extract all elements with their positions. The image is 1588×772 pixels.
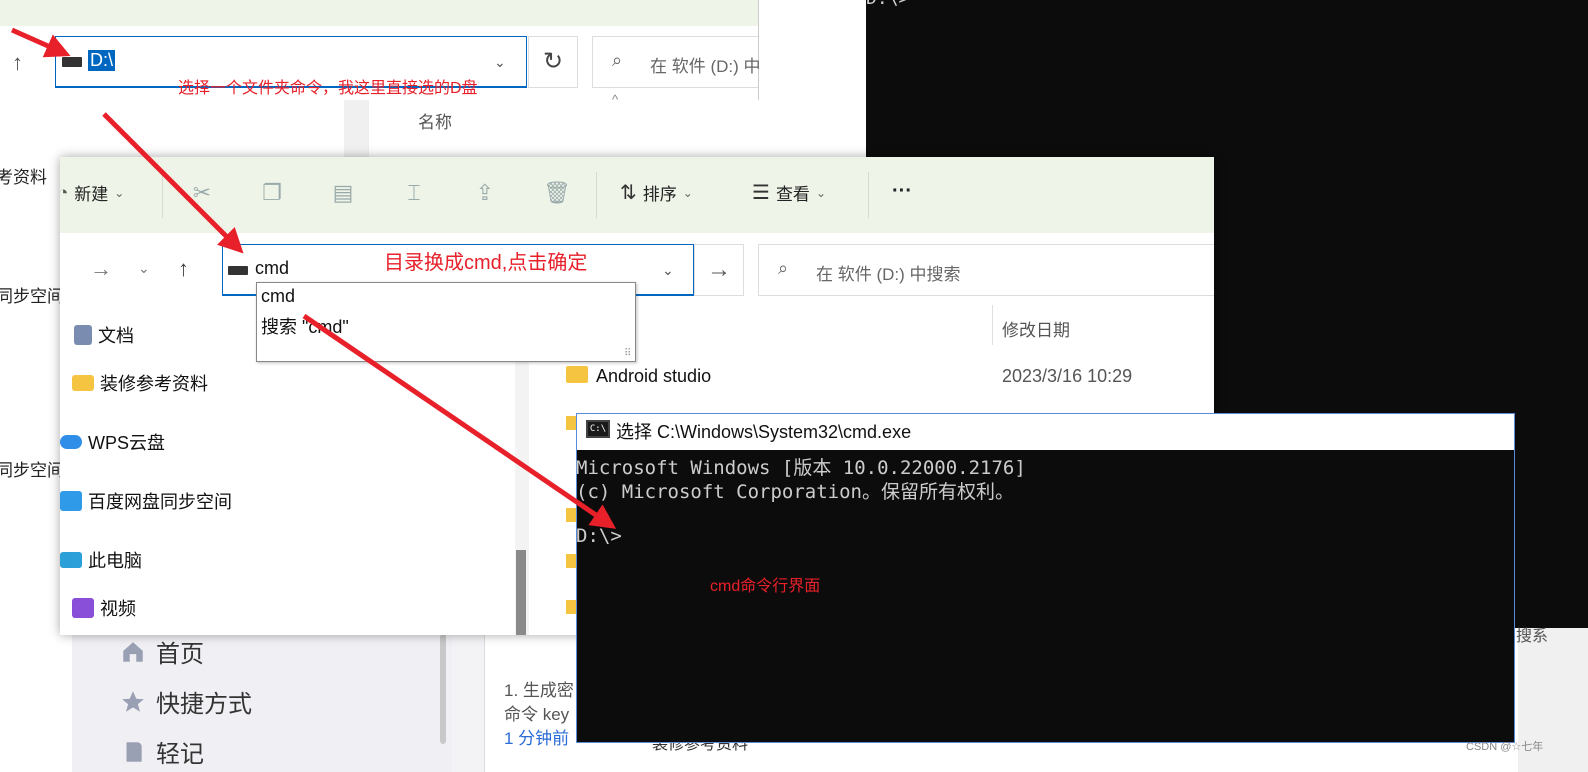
arrow-to-address — [10, 27, 71, 58]
arrow-to-cmd-window — [302, 313, 617, 529]
annotation-cmd-interface: cmd命令行界面 — [710, 578, 821, 595]
annotation-arrows — [10, 27, 617, 529]
watermark: CSDN @☆七年 — [1466, 741, 1544, 753]
annotation-select-folder: 选择一个文件夹命令，我这里直接选的D盘 — [178, 80, 478, 97]
annotation-replace-dir: 目录换成cmd,点击确定 — [384, 252, 588, 274]
arrow-to-cmd-address — [102, 112, 244, 254]
